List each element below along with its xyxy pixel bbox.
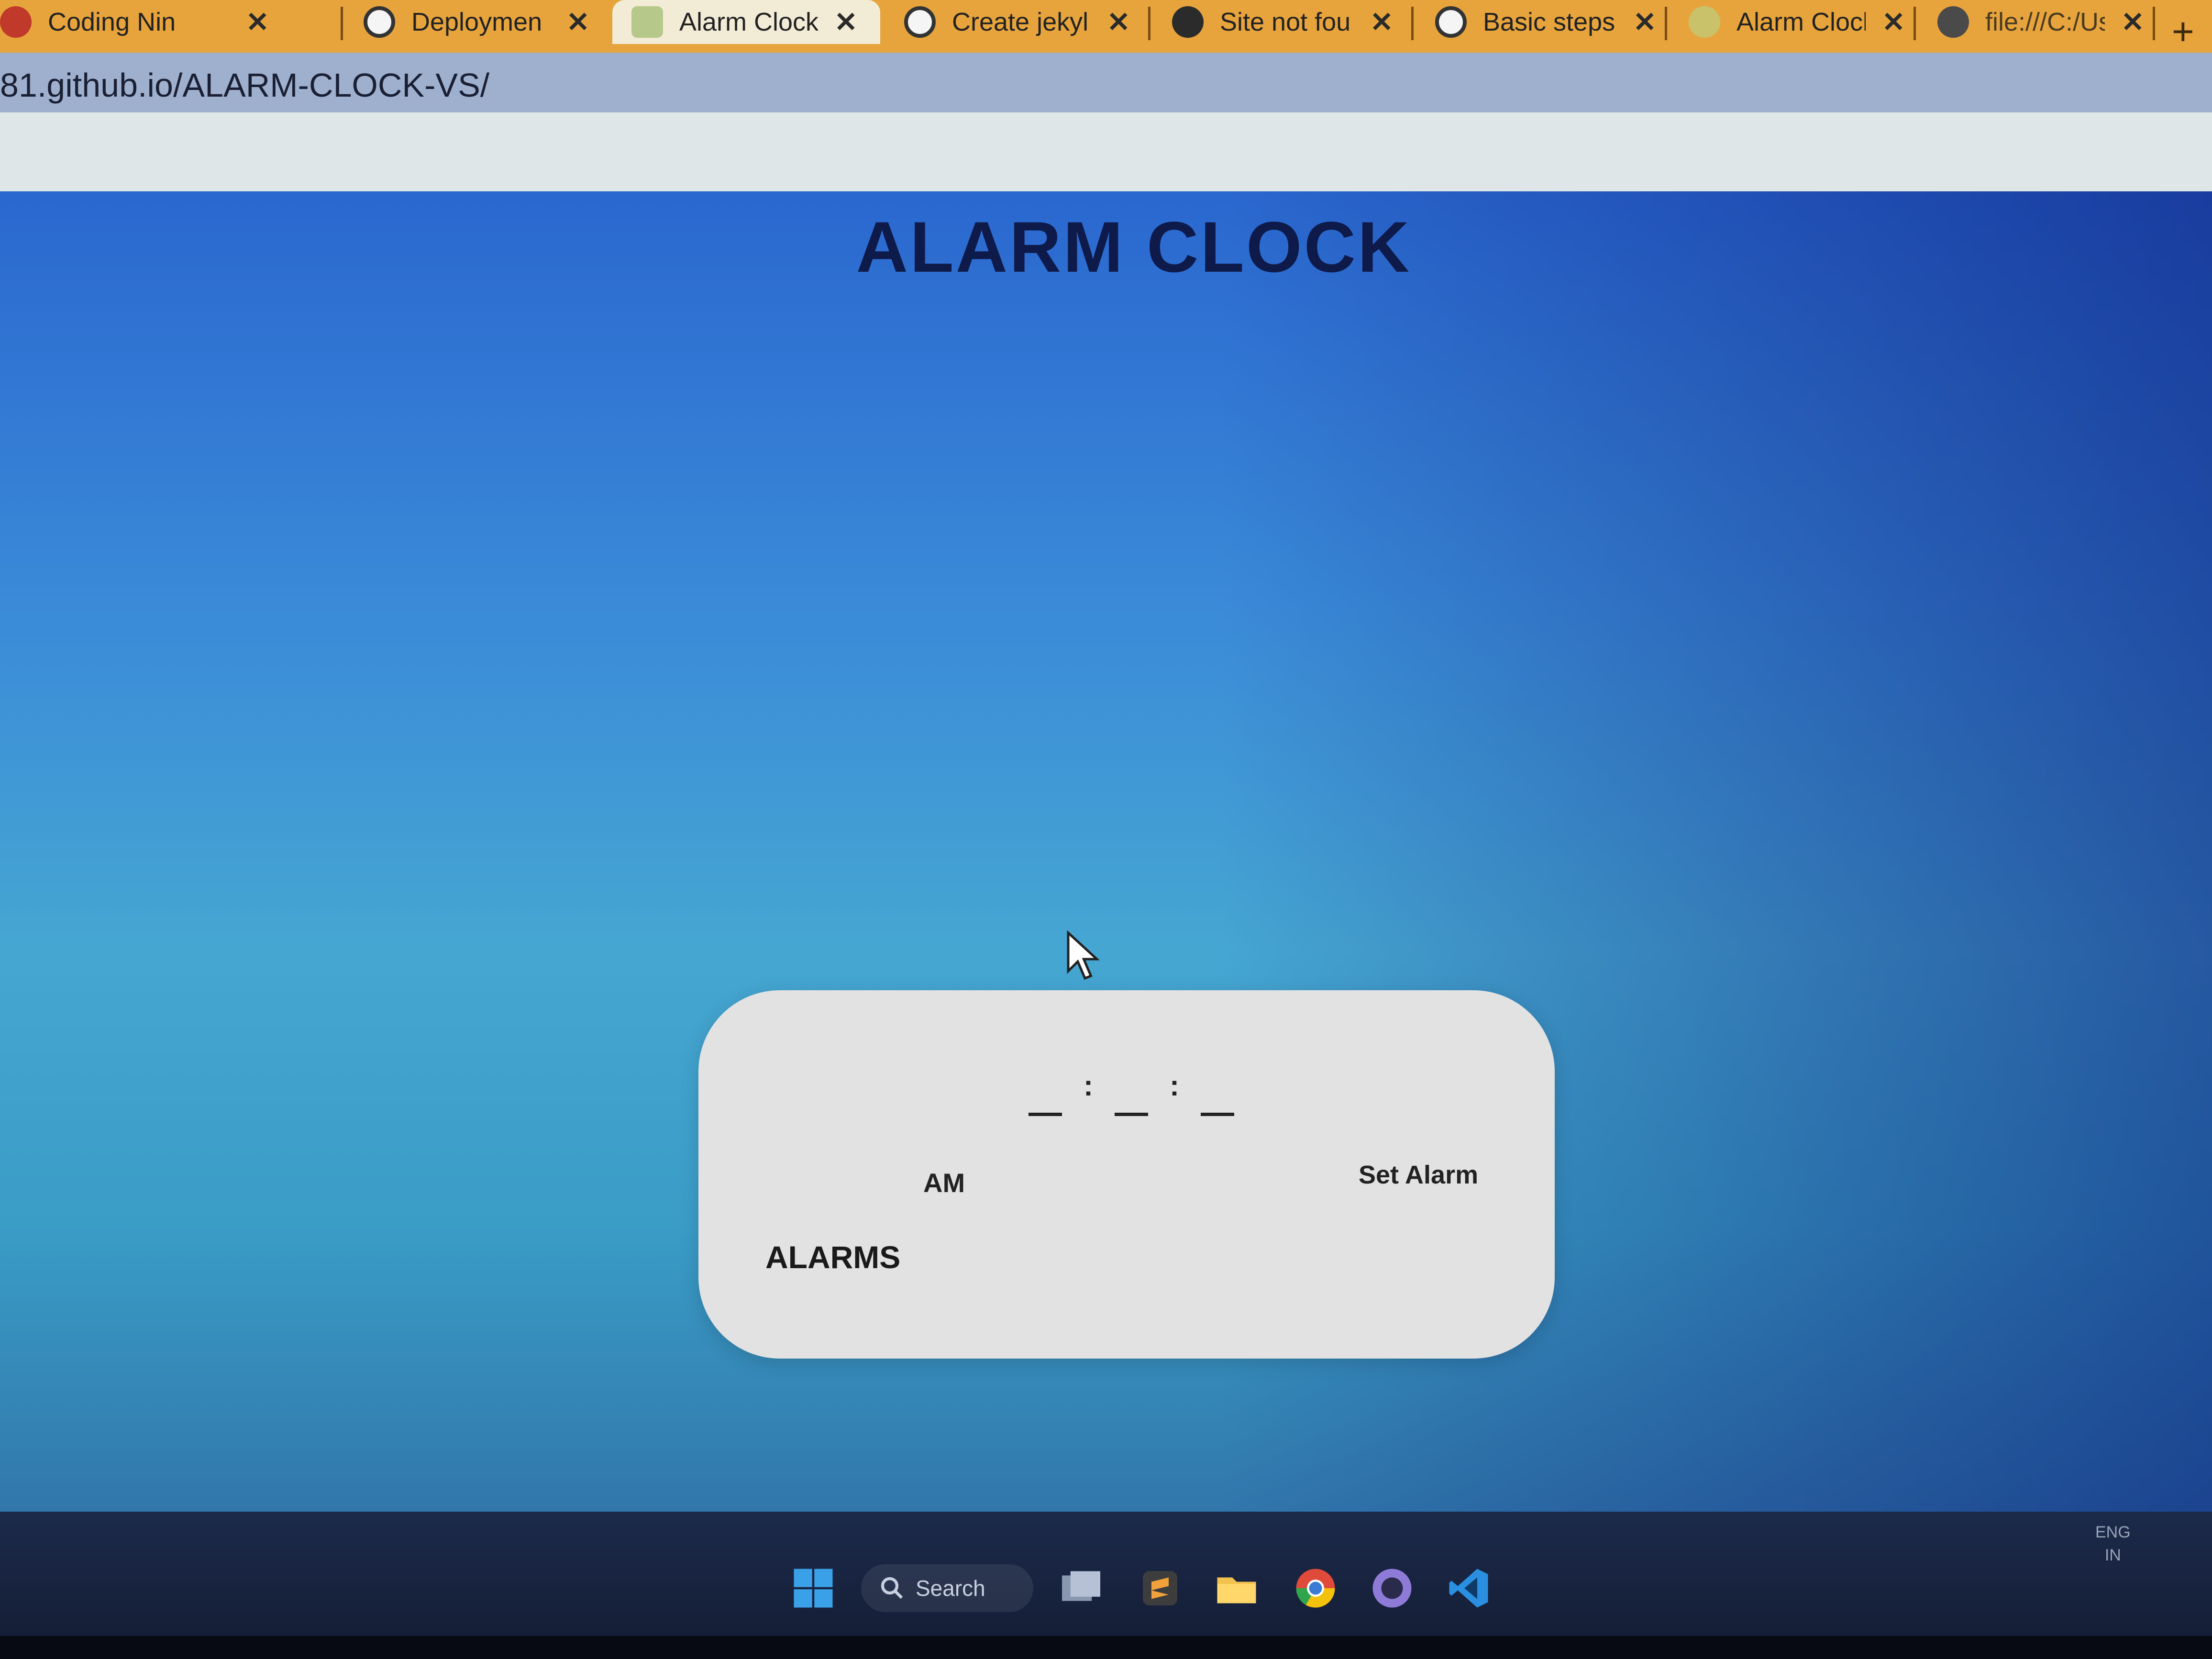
- close-icon[interactable]: ✕: [834, 6, 858, 38]
- github-icon: [904, 6, 936, 38]
- tab-separator: [341, 7, 343, 40]
- close-icon[interactable]: ✕: [246, 6, 269, 38]
- tab-alarm-clock-2[interactable]: Alarm Clocl ✕: [1670, 0, 1913, 44]
- globe-icon: [1937, 6, 1969, 38]
- vscode-icon[interactable]: [1445, 1564, 1493, 1612]
- tab-label: Alarm Clock: [679, 8, 818, 36]
- file-explorer-icon[interactable]: [1213, 1564, 1261, 1612]
- system-language[interactable]: ENG IN: [2095, 1521, 2131, 1567]
- language-label: ENG: [2095, 1523, 2131, 1541]
- alarm-clock-favicon: [1689, 6, 1720, 38]
- tab-deployment[interactable]: Deploymen ✕: [344, 0, 612, 44]
- task-view-icon[interactable]: [1057, 1564, 1105, 1612]
- time-separator: :: [1170, 1070, 1179, 1102]
- alarm-card: : : AM Set Alarm ALARMS: [698, 990, 1555, 1359]
- minutes-blank: [1115, 1113, 1148, 1116]
- tab-label: file:///C:/Us: [1985, 8, 2105, 36]
- tab-separator: [1913, 7, 1916, 40]
- screen-bezel: [0, 1636, 2212, 1659]
- page-gradient-overlay: [0, 191, 2212, 1569]
- close-icon[interactable]: ✕: [1633, 6, 1657, 38]
- close-icon[interactable]: ✕: [1882, 6, 1905, 38]
- tab-create-jekyll[interactable]: Create jekyl ✕: [885, 0, 1148, 44]
- tab-separator: [1148, 7, 1150, 40]
- page-content: ALARM CLOCK : : AM Set Alarm ALARMS: [0, 191, 2212, 1569]
- github-icon: [1435, 6, 1467, 38]
- url-text[interactable]: 81.github.io/ALARM-CLOCK-VS/: [0, 66, 489, 104]
- tab-local-file[interactable]: file:///C:/Us ✕: [1918, 0, 2157, 44]
- tab-label: Create jekyl: [952, 8, 1089, 36]
- tab-separator: [1411, 7, 1414, 40]
- time-separator: :: [1084, 1070, 1093, 1102]
- tab-label: Deploymen: [411, 8, 542, 36]
- tab-label: Basic steps: [1483, 8, 1615, 36]
- sublime-text-icon[interactable]: [1136, 1564, 1184, 1612]
- ampm-label[interactable]: AM: [923, 1167, 965, 1198]
- new-tab-button[interactable]: +: [2172, 10, 2194, 54]
- tab-site-not-found[interactable]: Site not fou ✕: [1153, 0, 1411, 44]
- coding-ninjas-icon: [0, 6, 32, 38]
- chrome-icon[interactable]: [1292, 1564, 1339, 1612]
- page-title: ALARM CLOCK: [856, 207, 1412, 287]
- tab-coding-ninjas[interactable]: Coding Nin ✕: [0, 0, 325, 44]
- seconds-blank: [1201, 1113, 1234, 1116]
- windows-start-icon[interactable]: [789, 1564, 837, 1612]
- globe-icon: [1172, 6, 1204, 38]
- close-icon[interactable]: ✕: [566, 6, 590, 38]
- tab-label: Site not fou: [1220, 8, 1351, 36]
- mouse-cursor-icon: [1067, 930, 1099, 980]
- search-label: Search: [916, 1576, 985, 1601]
- browser-tab-strip: Coding Nin ✕ Deploymen ✕ Alarm Clock ✕ C…: [0, 0, 2212, 57]
- close-icon[interactable]: ✕: [1107, 6, 1130, 38]
- time-display: : :: [1029, 1062, 1258, 1129]
- taskbar-search[interactable]: Search: [861, 1564, 1033, 1612]
- tab-label: Coding Nin: [48, 8, 176, 36]
- github-icon: [364, 6, 395, 38]
- set-alarm-button[interactable]: Set Alarm: [1359, 1160, 1478, 1190]
- tab-separator: [1665, 7, 1667, 40]
- search-icon: [881, 1577, 903, 1599]
- alarms-heading: ALARMS: [765, 1239, 901, 1275]
- hours-blank: [1029, 1113, 1062, 1116]
- alarm-clock-favicon: [631, 6, 663, 38]
- tab-alarm-clock-active[interactable]: Alarm Clock ✕: [612, 0, 880, 44]
- tab-separator: [2153, 7, 2155, 40]
- tab-label: Alarm Clocl: [1736, 8, 1866, 36]
- region-label: IN: [2104, 1546, 2121, 1564]
- tab-basic-steps[interactable]: Basic steps ✕: [1416, 0, 1665, 44]
- close-icon[interactable]: ✕: [2121, 6, 2145, 38]
- screen: Coding Nin ✕ Deploymen ✕ Alarm Clock ✕ C…: [0, 0, 2212, 1659]
- close-icon[interactable]: ✕: [1370, 6, 1394, 38]
- github-desktop-icon[interactable]: [1368, 1564, 1416, 1612]
